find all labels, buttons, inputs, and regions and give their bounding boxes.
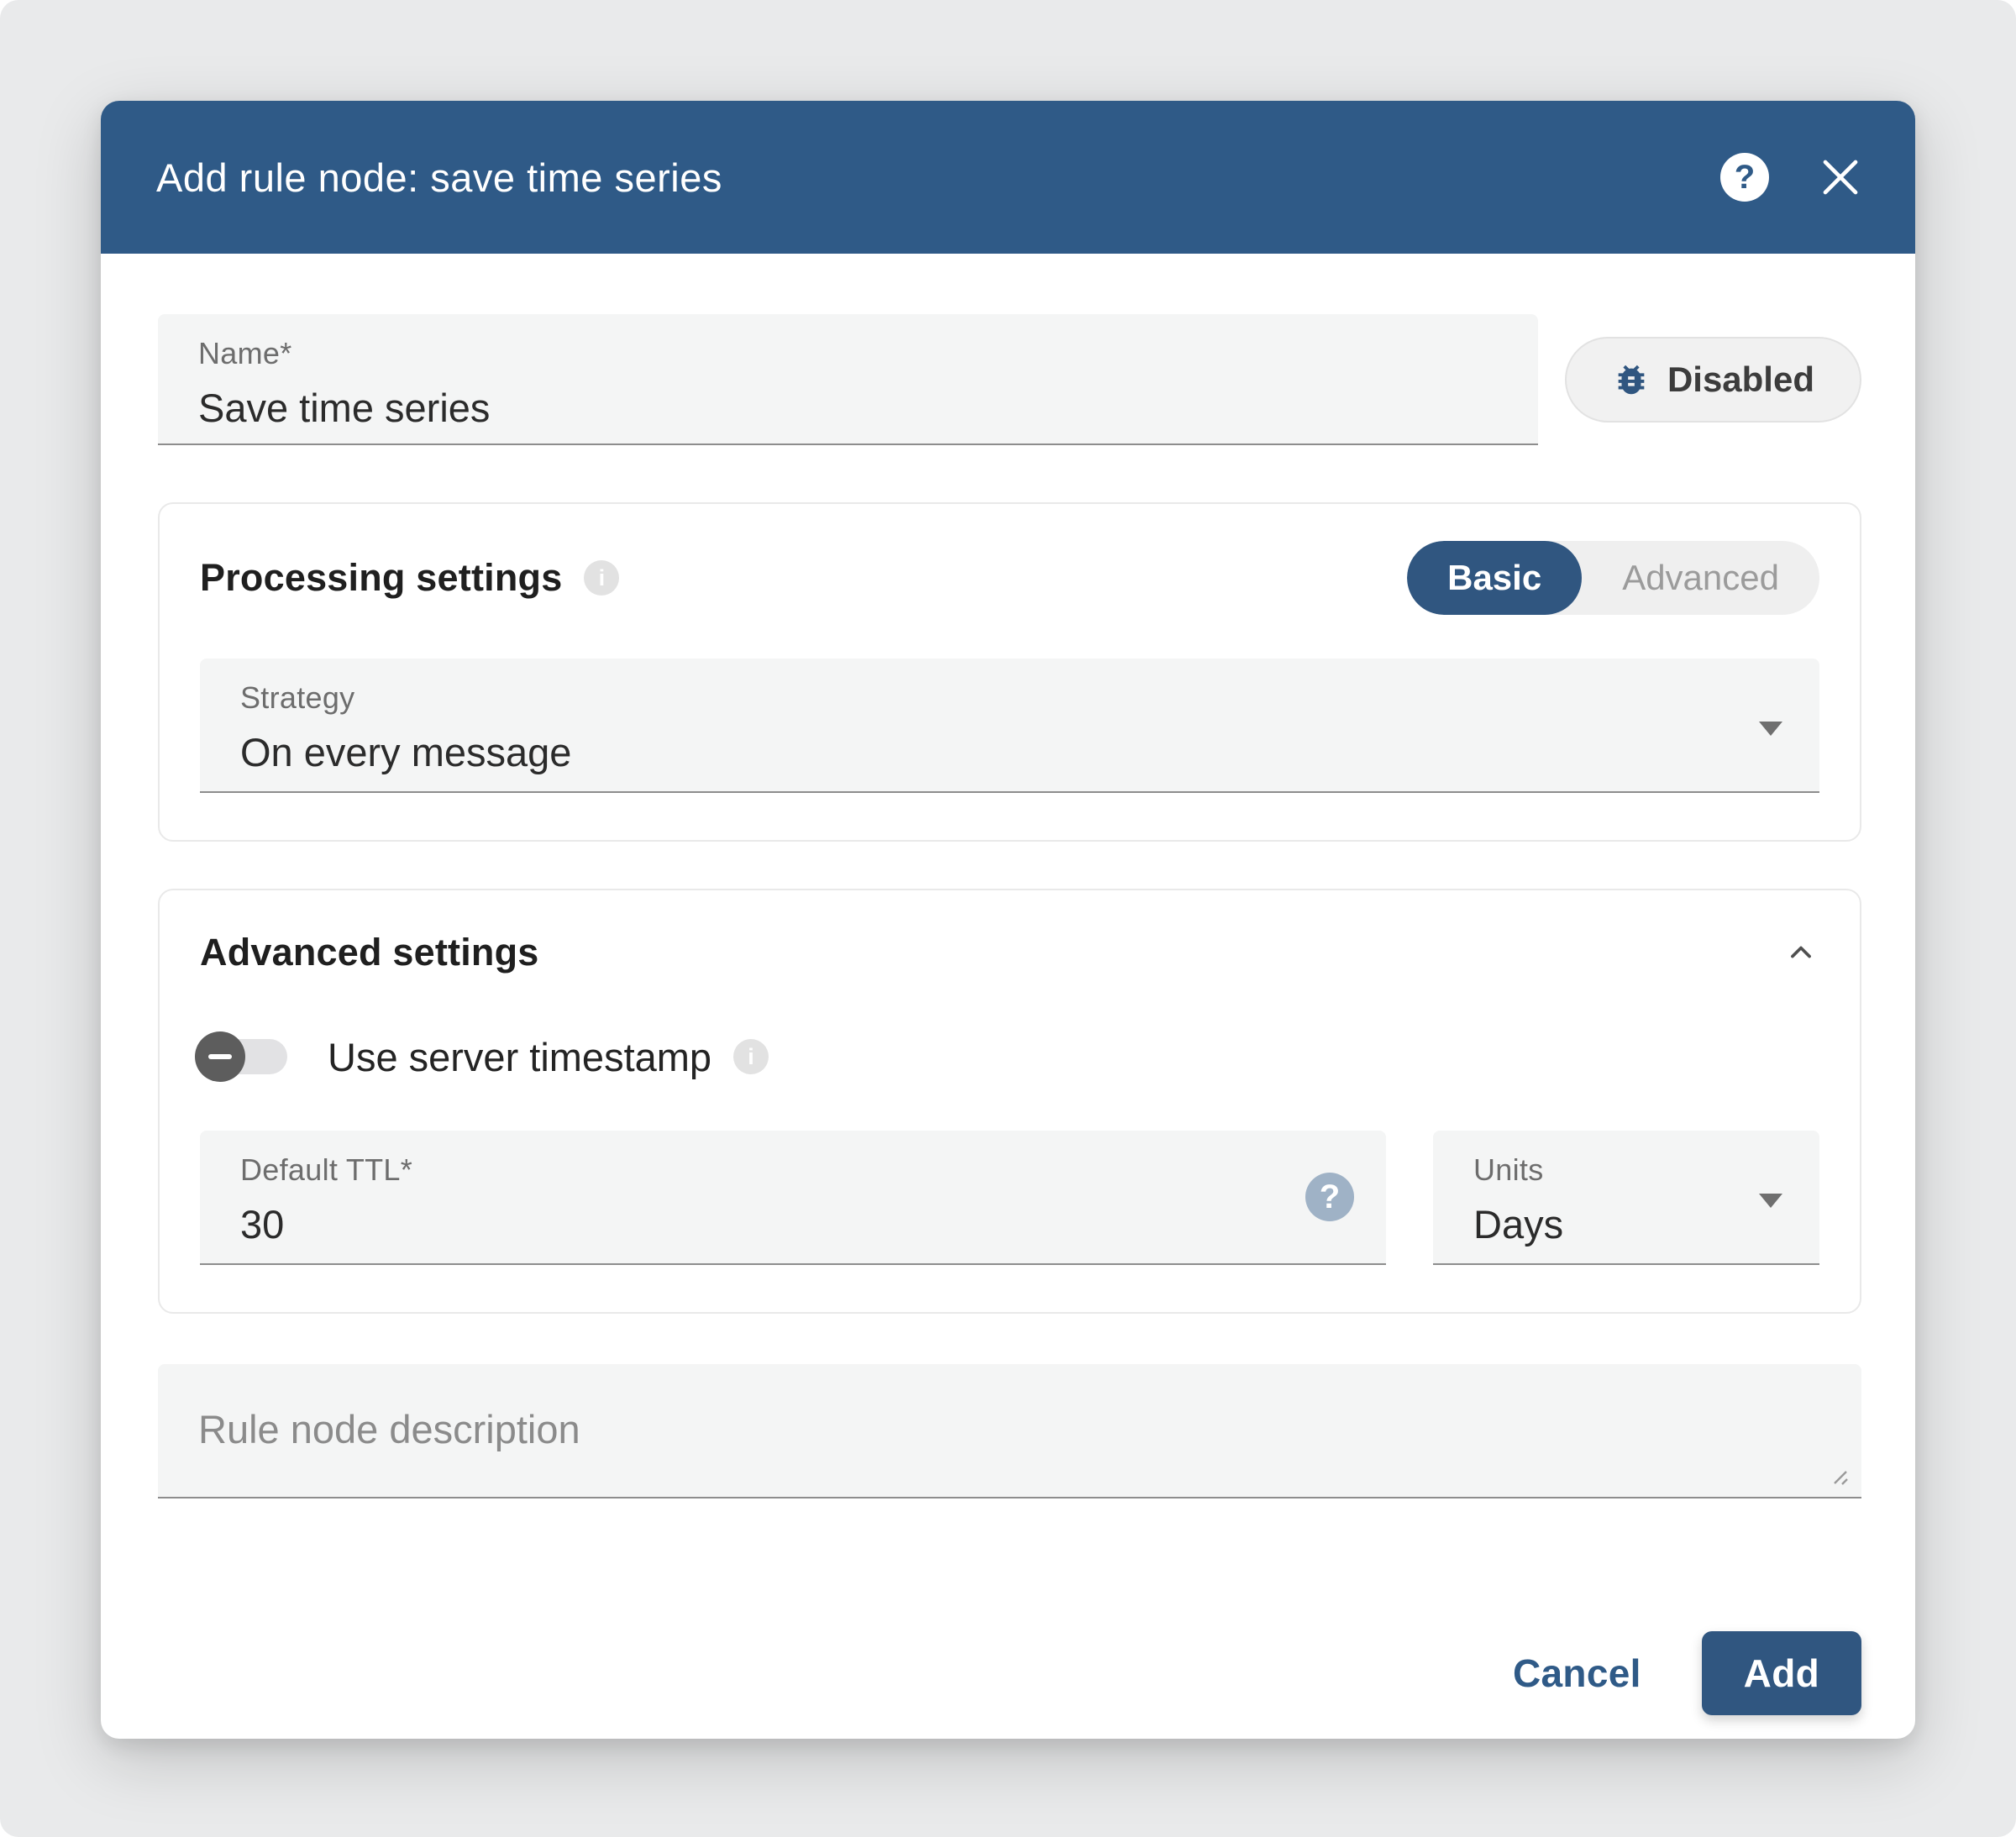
debug-chip-label: Disabled bbox=[1667, 360, 1814, 400]
processing-settings-header: Processing settings i Basic Advanced bbox=[200, 541, 1819, 615]
strategy-select[interactable]: Strategy On every message bbox=[200, 659, 1819, 793]
dialog-header: Add rule node: save time series ? bbox=[101, 101, 1915, 254]
processing-type-toggle: Basic Advanced bbox=[1407, 541, 1819, 615]
add-rule-node-dialog: Add rule node: save time series ? Name* bbox=[101, 101, 1915, 1739]
default-ttl-label: Default TTL* bbox=[240, 1152, 1346, 1188]
server-timestamp-toggle[interactable] bbox=[200, 1039, 287, 1074]
collapse-section-button[interactable] bbox=[1782, 934, 1819, 971]
chevron-down-icon bbox=[1759, 722, 1782, 736]
description-textarea[interactable] bbox=[158, 1364, 1861, 1497]
processing-settings-title: Processing settings bbox=[200, 556, 562, 600]
header-actions: ? bbox=[1720, 153, 1863, 202]
close-icon bbox=[1818, 155, 1863, 200]
bug-icon bbox=[1612, 360, 1651, 399]
segment-basic[interactable]: Basic bbox=[1407, 541, 1582, 615]
units-select[interactable]: Units Days bbox=[1433, 1131, 1819, 1265]
close-button[interactable] bbox=[1818, 155, 1863, 200]
chevron-down-icon bbox=[1759, 1194, 1782, 1208]
screen-background: Add rule node: save time series ? Name* bbox=[0, 0, 2016, 1837]
default-ttl-input[interactable] bbox=[240, 1201, 1346, 1247]
units-label: Units bbox=[1473, 1152, 1779, 1188]
name-row: Name* Disabled bbox=[158, 314, 1861, 445]
debug-status-chip[interactable]: Disabled bbox=[1565, 337, 1861, 423]
description-field bbox=[158, 1364, 1861, 1498]
dialog-title: Add rule node: save time series bbox=[156, 155, 722, 201]
name-field-label: Name* bbox=[198, 336, 1498, 371]
strategy-value: On every message bbox=[240, 729, 1779, 775]
units-value: Days bbox=[1473, 1201, 1779, 1247]
default-ttl-field: Default TTL* ? bbox=[200, 1131, 1386, 1265]
resize-handle-icon[interactable] bbox=[1824, 1462, 1850, 1487]
help-icon: ? bbox=[1720, 153, 1769, 202]
info-icon: i bbox=[733, 1039, 769, 1074]
name-input[interactable] bbox=[198, 385, 1498, 431]
advanced-settings-header: Advanced settings bbox=[200, 927, 1819, 978]
help-button[interactable]: ? bbox=[1720, 153, 1769, 202]
dialog-actions: Cancel Add bbox=[158, 1631, 1861, 1715]
advanced-settings-card: Advanced settings Use server timestamp i bbox=[158, 889, 1861, 1314]
toggle-off-thumb-icon bbox=[195, 1031, 245, 1082]
processing-settings-card: Processing settings i Basic Advanced Str… bbox=[158, 502, 1861, 842]
segment-advanced[interactable]: Advanced bbox=[1582, 541, 1819, 615]
ttl-row: Default TTL* ? Units Days bbox=[200, 1131, 1819, 1265]
chevron-up-icon bbox=[1782, 934, 1819, 971]
cancel-button[interactable]: Cancel bbox=[1506, 1637, 1648, 1709]
advanced-settings-title: Advanced settings bbox=[200, 931, 539, 974]
dialog-body: Name* Disabled Processing settings i Bas… bbox=[101, 254, 1915, 1739]
name-field: Name* bbox=[158, 314, 1538, 445]
server-timestamp-label: Use server timestamp bbox=[328, 1034, 711, 1080]
info-icon: i bbox=[584, 560, 619, 596]
ttl-help-icon[interactable]: ? bbox=[1305, 1173, 1354, 1221]
strategy-label: Strategy bbox=[240, 680, 1779, 716]
add-button[interactable]: Add bbox=[1702, 1631, 1861, 1715]
server-timestamp-row: Use server timestamp i bbox=[200, 1030, 1819, 1084]
